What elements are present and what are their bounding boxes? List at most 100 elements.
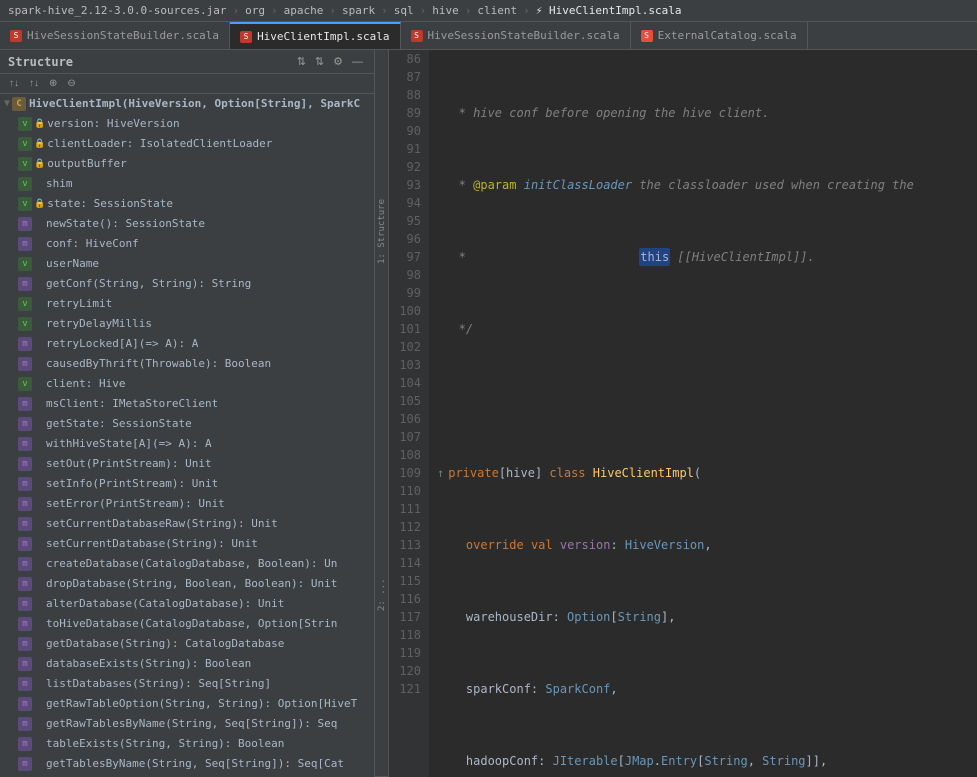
structure-item-setout[interactable]: m setOut(PrintStream): Unit [0,454,374,474]
structure-item-causedby[interactable]: m causedByThrift(Throwable): Boolean [0,354,374,374]
sort-btn-1[interactable]: ↑↓ [6,77,22,90]
override-marker: ↑ [437,464,444,482]
structure-item-setcurrentdatabase[interactable]: m setCurrentDatabase(String): Unit [0,534,374,554]
item-text: client: Hive [46,375,125,393]
lock-icon: 🔒 [34,135,45,153]
structure-item-getrawtableoption[interactable]: m getRawTableOption(String, String): Opt… [0,694,374,714]
m-badge: m [18,597,32,611]
root-label: HiveClientImpl(HiveVersion, Option[Strin… [29,95,360,113]
item-text: newState(): SessionState [46,215,205,233]
structure-item-seterror[interactable]: m setError(PrintStream): Unit [0,494,374,514]
m-badge: m [18,477,32,491]
sort-btn-2[interactable]: ↑↓ [26,77,42,90]
lock-icon: 🔒 [34,115,45,133]
m-badge: m [18,537,32,551]
jar-name: spark-hive_2.12-3.0.0-sources.jar [8,4,227,17]
structure-item-listdatabases[interactable]: m listDatabases(String): Seq[String] [0,674,374,694]
structure-item-dropdatabase[interactable]: m dropDatabase(String, Boolean, Boolean)… [0,574,374,594]
v-badge: v [18,137,32,151]
m-badge: m [18,337,32,351]
item-text: setError(PrintStream): Unit [46,495,225,513]
structure-item-conf[interactable]: m conf: HiveConf [0,234,374,254]
structure-item-tohivedatabase[interactable]: m toHiveDatabase(CatalogDatabase, Option… [0,614,374,634]
code-area[interactable]: 86 87 88 89 90 91 92 93 94 95 96 97 98 9… [389,50,977,777]
tab-hiveclientimpl[interactable]: S HiveClientImpl.scala [230,22,400,49]
structure-content[interactable]: ↑↓ ↑↓ ⊕ ⊖ ▼ C HiveClientImpl(HiveVersion… [0,74,374,777]
item-text: alterDatabase(CatalogDatabase): Unit [46,595,284,613]
tab-external-catalog[interactable]: S ExternalCatalog.scala [631,22,808,49]
structure-item-msclient[interactable]: m msClient: IMetaStoreClient [0,394,374,414]
structure-item-client[interactable]: v client: Hive [0,374,374,394]
code-line-87: * @param initClassLoader the classloader… [437,176,969,194]
v-badge: v [18,257,32,271]
code-line-90 [437,392,969,410]
expand-arrow: ▼ [4,95,10,113]
sort-visibility-btn[interactable]: ⇅ [312,54,327,69]
structure-item-setcurrentdatabaseraw[interactable]: m setCurrentDatabaseRaw(String): Unit [0,514,374,534]
structure-item-outputbuffer[interactable]: v 🔒 outputBuffer [0,154,374,174]
m-badge: m [18,677,32,691]
structure-item-createdatabase[interactable]: m createDatabase(CatalogDatabase, Boolea… [0,554,374,574]
item-text: setCurrentDatabase(String): Unit [46,535,258,553]
scala-icon: S [10,30,22,42]
expand-btn[interactable]: ⊕ [46,77,60,90]
structure-item-alterdatabase[interactable]: m alterDatabase(CatalogDatabase): Unit [0,594,374,614]
code-line-92: override val version: HiveVersion, [437,536,969,554]
v-badge: v [18,117,32,131]
structure-panel: Structure ⇅ ⇅ ⚙ — ↑↓ ↑↓ ⊕ ⊖ ▼ C HiveClie… [0,50,375,777]
item-text: userName [46,255,99,273]
code-content[interactable]: * hive conf before opening the hive clie… [429,50,977,777]
tab-hive-session[interactable]: S HiveSessionStateBuilder.scala [401,22,631,49]
side-label-2[interactable]: 2: ... [375,413,388,777]
side-label-structure[interactable]: 1: Structure [375,50,388,413]
structure-root[interactable]: ▼ C HiveClientImpl(HiveVersion, Option[S… [0,94,374,114]
v-badge: v [18,297,32,311]
structure-item-tableexists[interactable]: m tableExists(String, String): Boolean [0,734,374,754]
structure-item-withhivestate[interactable]: m withHiveState[A](=> A): A [0,434,374,454]
side-labels: 1: Structure 2: ... [375,50,389,777]
item-text: retryLocked[A](=> A): A [46,335,198,353]
code-editor[interactable]: 86 87 88 89 90 91 92 93 94 95 96 97 98 9… [389,50,977,777]
sort-alpha-btn[interactable]: ⇅ [294,54,309,69]
m-badge: m [18,497,32,511]
item-text: createDatabase(CatalogDatabase, Boolean)… [46,555,337,573]
structure-item-state[interactable]: v 🔒 state: SessionState [0,194,374,214]
settings-btn[interactable]: ⚙ [330,54,346,69]
item-text: getRawTableOption(String, String): Optio… [46,695,357,713]
structure-item-getconf[interactable]: m getConf(String, String): String [0,274,374,294]
item-text: dropDatabase(String, Boolean, Boolean): … [46,575,337,593]
scala-icon3: S [641,30,653,42]
m-badge: m [18,717,32,731]
structure-item-gettablesbyname[interactable]: m getTablesByName(String, Seq[String]): … [0,754,374,774]
m-badge: m [18,357,32,371]
structure-item-newstate[interactable]: m newState(): SessionState [0,214,374,234]
m-badge: m [18,657,32,671]
item-text: setInfo(PrintStream): Unit [46,475,218,493]
item-text: tableExists(String, String): Boolean [46,735,284,753]
close-structure-btn[interactable]: — [349,54,366,69]
code-line-86: * hive conf before opening the hive clie… [437,104,969,122]
m-badge: m [18,397,32,411]
scala-icon-active: S [240,31,252,43]
structure-item-retrylimit[interactable]: v retryLimit [0,294,374,314]
structure-item-setinfo[interactable]: m setInfo(PrintStream): Unit [0,474,374,494]
structure-item-retrylocked[interactable]: m retryLocked[A](=> A): A [0,334,374,354]
collapse-btn[interactable]: ⊖ [64,77,78,90]
structure-item-shim[interactable]: v shim [0,174,374,194]
structure-item-databaseexists[interactable]: m databaseExists(String): Boolean [0,654,374,674]
item-text: withHiveState[A](=> A): A [46,435,212,453]
structure-item-version[interactable]: v 🔒 version: HiveVersion [0,114,374,134]
structure-item-getstate[interactable]: m getState: SessionState [0,414,374,434]
structure-item-retrydelay[interactable]: v retryDelayMillis [0,314,374,334]
structure-header: Structure ⇅ ⇅ ⚙ — [0,50,374,74]
m-badge: m [18,617,32,631]
m-badge: m [18,437,32,451]
item-text: toHiveDatabase(CatalogDatabase, Option[S… [46,615,337,633]
m-badge: m [18,557,32,571]
structure-item-getdatabase[interactable]: m getDatabase(String): CatalogDatabase [0,634,374,654]
tab-session-scala[interactable]: S HiveSessionStateBuilder.scala [0,22,230,49]
structure-item-getrawtablesbyname[interactable]: m getRawTablesByName(String, Seq[String]… [0,714,374,734]
structure-item-username[interactable]: v userName [0,254,374,274]
structure-item-clientloader[interactable]: v 🔒 clientLoader: IsolatedClientLoader [0,134,374,154]
item-text: getConf(String, String): String [46,275,251,293]
